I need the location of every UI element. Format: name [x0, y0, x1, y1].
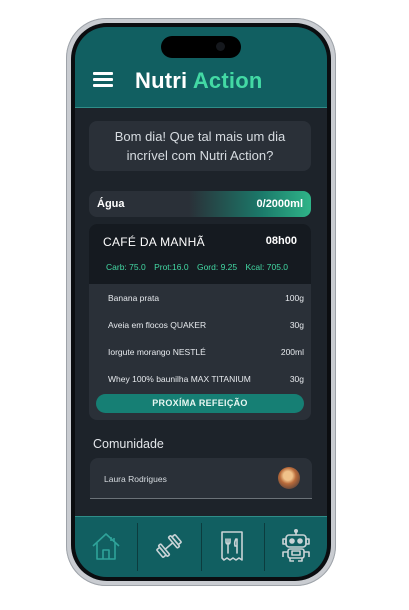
food-item[interactable]: Whey 100% baunilha MAX TITANIUM 30g	[108, 374, 304, 384]
app-screen: Nutri Action Bom dia! Que tal mais um di…	[75, 27, 327, 577]
camera-icon	[216, 42, 225, 51]
macro-gord: Gord: 9.25	[196, 262, 238, 272]
food-amount: 30g	[289, 320, 304, 330]
meal-time: 08h00	[265, 235, 297, 247]
app-header: Nutri Action	[75, 27, 327, 108]
macros-summary: Carb: 75.0 Prot:16.0 Gord: 9.25 Kcal: 70…	[106, 262, 288, 272]
food-amount: 100g	[285, 293, 304, 303]
app-title: Nutri Action	[135, 68, 262, 94]
water-tracker[interactable]: Água 0/2000ml	[89, 191, 311, 217]
brand-part-nutri: Nutri	[135, 68, 188, 93]
food-name: Whey 100% baunilha MAX TITANIUM	[108, 374, 251, 384]
meal-title: CAFÉ DA MANHÃ	[103, 235, 205, 249]
food-item[interactable]: Iorgute morango NESTLÉ 200ml	[108, 347, 304, 357]
menu-icon[interactable]	[93, 72, 115, 88]
food-amount: 30g	[289, 374, 304, 384]
brand-part-action: Action	[192, 68, 263, 93]
home-icon	[92, 533, 120, 560]
bottom-tab-bar	[75, 516, 327, 577]
food-name: Banana prata	[108, 293, 160, 303]
robot-icon	[282, 529, 310, 562]
food-amount: 200ml	[280, 347, 304, 357]
avatar[interactable]	[278, 467, 300, 489]
water-value: 0/2000ml	[256, 198, 303, 210]
next-meal-button[interactable]: PROXÍMA REFEIÇÃO	[96, 394, 304, 413]
meal-header: CAFÉ DA MANHÃ 08h00 Carb: 75.0 Prot:16.0…	[89, 224, 311, 284]
dumbbell-icon	[156, 534, 182, 558]
food-name: Iorgute morango NESTLÉ	[108, 347, 206, 357]
tab-meal-plan[interactable]	[201, 517, 264, 577]
macro-kcal: Kcal: 705.0	[245, 262, 289, 272]
community-title: Comunidade	[93, 437, 164, 451]
tab-workout[interactable]	[138, 517, 201, 577]
tab-home[interactable]	[75, 517, 138, 577]
food-item[interactable]: Aveia em flocos QUAKER 30g	[108, 320, 304, 330]
macro-carb: Carb: 75.0	[106, 262, 146, 272]
greeting-message: Bom dia! Que tal mais um dia incrível co…	[89, 121, 311, 171]
food-name: Aveia em flocos QUAKER	[108, 320, 207, 330]
tab-assistant[interactable]	[264, 517, 327, 577]
community-post[interactable]: Laura Rodrigues	[90, 458, 312, 499]
meal-card: CAFÉ DA MANHÃ 08h00 Carb: 75.0 Prot:16.0…	[89, 224, 311, 420]
water-label: Água	[97, 198, 125, 210]
post-author: Laura Rodrigues	[104, 474, 167, 484]
macro-prot: Prot:16.0	[154, 262, 189, 272]
meal-plan-icon	[221, 531, 243, 561]
food-item[interactable]: Banana prata 100g	[108, 293, 304, 303]
dynamic-island	[161, 36, 241, 58]
